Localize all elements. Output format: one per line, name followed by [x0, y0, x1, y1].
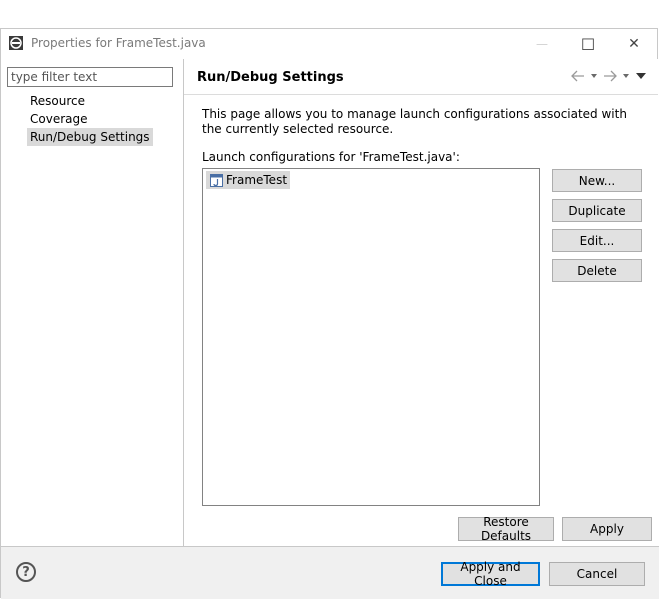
window-title: Properties for FrameTest.java	[31, 36, 206, 50]
eclipse-app-icon	[9, 36, 23, 50]
configuration-name: FrameTest	[226, 173, 288, 187]
dropdown-icon[interactable]	[590, 69, 598, 83]
cancel-button[interactable]: Cancel	[549, 562, 645, 586]
dropdown-icon[interactable]	[622, 69, 630, 83]
delete-button[interactable]: Delete	[552, 259, 642, 282]
sidebar-item-resource[interactable]: Resource	[27, 92, 88, 110]
forward-arrow-icon[interactable]	[602, 69, 618, 83]
page-navigation	[570, 69, 648, 83]
page-title: Run/Debug Settings	[197, 70, 344, 85]
launch-configurations-list[interactable]: FrameTest	[202, 168, 540, 506]
sidebar-item-label: Run/Debug Settings	[30, 130, 150, 144]
apply-button[interactable]: Apply	[562, 517, 652, 541]
java-app-icon	[210, 173, 223, 187]
duplicate-button[interactable]: Duplicate	[552, 199, 642, 222]
maximize-button[interactable]: ☐	[565, 29, 611, 59]
close-button[interactable]: ✕	[611, 29, 657, 59]
restore-defaults-button[interactable]: Restore Defaults	[458, 515, 554, 543]
sidebar-item-coverage[interactable]: Coverage	[27, 110, 91, 128]
list-item[interactable]: FrameTest	[206, 171, 291, 189]
minimize-icon: —	[536, 37, 548, 51]
launch-configurations-label: Launch configurations for 'FrameTest.jav…	[202, 150, 460, 164]
back-arrow-icon[interactable]	[570, 69, 586, 83]
sidebar-item-label: Resource	[30, 94, 86, 108]
apply-and-close-button[interactable]: Apply and Close	[441, 560, 540, 588]
sidebar-item-run-debug-settings[interactable]: Run/Debug Settings	[27, 128, 153, 146]
help-icon[interactable]: ?	[16, 562, 36, 582]
filter-input[interactable]	[7, 67, 173, 87]
maximize-icon: ☐	[580, 34, 596, 54]
dialog-footer: ? Apply and Close Cancel	[1, 547, 659, 599]
edit-button[interactable]: Edit...	[552, 229, 642, 252]
close-icon: ✕	[628, 36, 640, 52]
view-menu-icon[interactable]	[634, 69, 648, 83]
settings-page: Run/Debug Settings This page allows you …	[184, 59, 658, 546]
properties-dialog: Properties for FrameTest.java — ☐ ✕ Reso…	[0, 28, 659, 599]
sidebar-item-label: Coverage	[30, 112, 88, 126]
sidebar: Resource Coverage Run/Debug Settings	[1, 59, 184, 546]
title-separator	[184, 94, 658, 95]
title-bar: Properties for FrameTest.java — ☐ ✕	[1, 29, 657, 59]
new-button[interactable]: New...	[552, 169, 642, 192]
page-description: This page allows you to manage launch co…	[202, 107, 627, 136]
minimize-button[interactable]: —	[519, 29, 565, 59]
